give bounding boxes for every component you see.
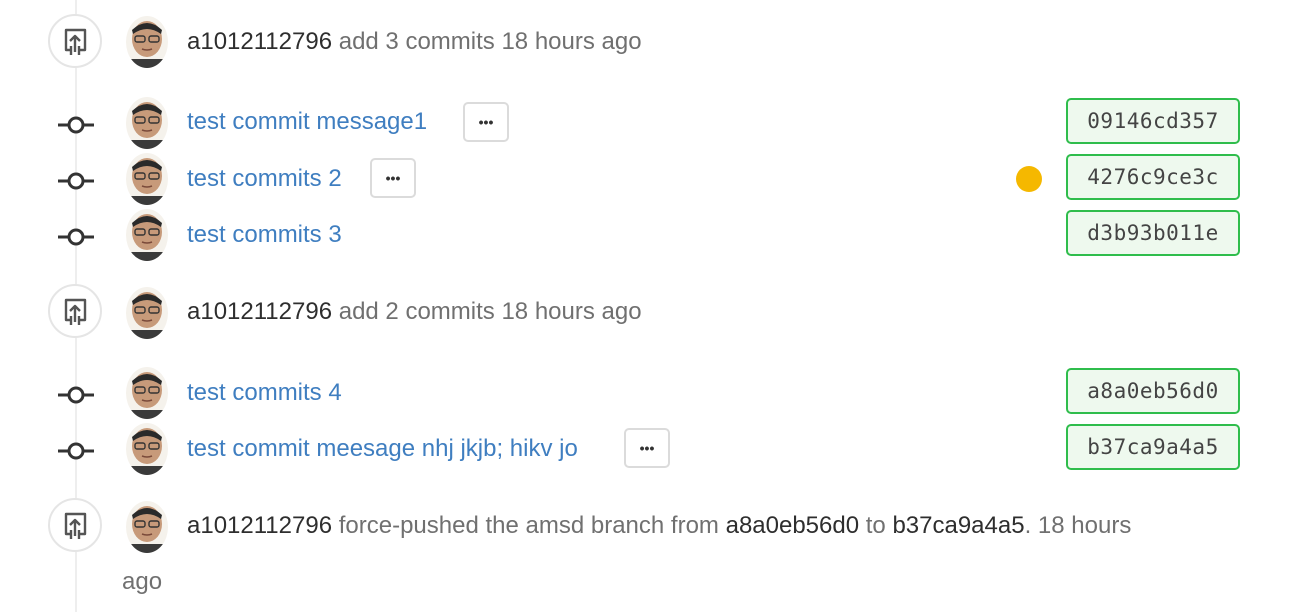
from-sha-link[interactable]: a8a0eb56d0 [726,512,859,539]
author-name[interactable]: a1012112796 [187,298,332,325]
commit-sha-button[interactable]: 09146cd357 [1066,98,1240,144]
ellipsis-icon: ••• [385,170,401,186]
force-push-line: a1012112796 force-pushed the amsd branch… [187,510,1131,542]
commit-sha-button[interactable]: a8a0eb56d0 [1066,368,1240,414]
event-time: 18 hours ago [501,28,642,55]
repo-push-icon [48,284,102,338]
git-commit-icon [58,115,94,135]
to-sha-link[interactable]: b37ca9a4a5 [892,512,1024,539]
user-avatar[interactable] [126,16,168,68]
git-commit-icon [58,441,94,461]
event-action: add 3 commits [338,28,495,55]
author-name[interactable]: a1012112796 [187,28,332,55]
commit-message-link[interactable]: test commits 4 [187,377,342,409]
repo-push-icon [48,498,102,552]
ellipsis-button[interactable]: ••• [370,158,416,198]
event-time-part2: ago [122,568,163,595]
user-avatar[interactable] [126,153,168,205]
git-commit-icon [58,171,94,191]
ellipsis-icon: ••• [478,114,494,130]
git-commit-icon [58,385,94,405]
commit-message-link[interactable]: test commits 3 [187,219,342,251]
pipeline-status-pending-icon[interactable] [1016,166,1042,192]
user-avatar[interactable] [126,501,168,553]
commit-message-link[interactable]: test commit meesage nhj jkjb; hikv jo [187,433,578,465]
git-commit-icon [58,227,94,247]
user-avatar[interactable] [126,97,168,149]
period: . [1024,512,1032,539]
author-name[interactable]: a1012112796 [187,512,332,539]
commit-message-link[interactable]: test commit message1 [187,106,427,138]
commit-sha-button[interactable]: 4276c9ce3c [1066,154,1240,200]
repo-push-icon [48,14,102,68]
user-avatar[interactable] [126,367,168,419]
user-avatar[interactable] [126,209,168,261]
event-line: a1012112796 add 2 commits 18 hours ago [187,296,642,328]
event-action: add 2 commits [338,298,495,325]
event-time: 18 hours ago [501,298,642,325]
commit-message-link[interactable]: test commits 2 [187,163,342,195]
event-time-part1: 18 hours [1037,512,1132,539]
event-line: a1012112796 add 3 commits 18 hours ago [187,26,642,58]
commit-sha-button[interactable]: d3b93b011e [1066,210,1240,256]
ellipsis-button[interactable]: ••• [463,102,509,142]
commit-sha-button[interactable]: b37ca9a4a5 [1066,424,1240,470]
user-avatar[interactable] [126,423,168,475]
user-avatar[interactable] [126,287,168,339]
to-word: to [865,512,886,539]
force-push-text: force-pushed the amsd branch from [338,512,719,539]
ellipsis-icon: ••• [639,440,655,456]
ellipsis-button[interactable]: ••• [624,428,670,468]
